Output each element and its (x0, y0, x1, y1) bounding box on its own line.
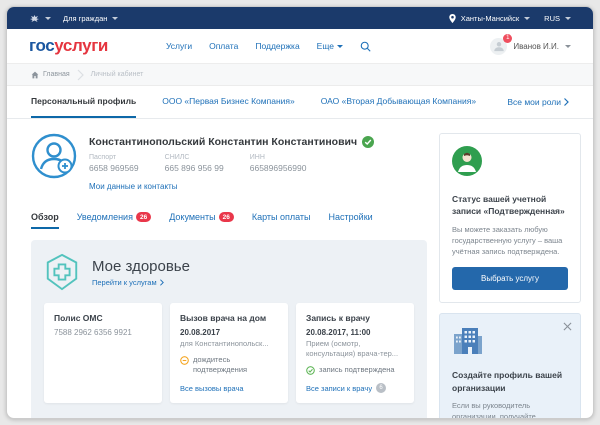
visit-date: 20.08.2017 (180, 328, 221, 337)
oms-policy-number: 7588 2962 6356 9921 (54, 328, 132, 337)
search-icon[interactable] (360, 41, 371, 52)
doctor-home-visit-card[interactable]: Вызов врача на дом 20.08.2017 для Конста… (170, 303, 288, 404)
verified-check-icon (362, 136, 375, 148)
my-data-link[interactable]: Мои данные и контакты (89, 182, 374, 191)
organization-building-icon (454, 328, 482, 355)
chevron-down-icon (112, 16, 119, 20)
visit-desc: для Константинопольск... (180, 339, 269, 348)
oms-policy-card[interactable]: Полис ОМС 7588 2962 6356 9921 (44, 303, 162, 404)
portal-window: Для граждан Ханты-Мансийск RUS госуслуги… (6, 6, 594, 419)
all-doctor-visits-link[interactable]: Все вызовы врача (180, 376, 278, 393)
home-icon (31, 71, 39, 78)
nav-services[interactable]: Услуги (166, 41, 192, 51)
location-label: Ханты-Мансийск (460, 13, 520, 23)
field-passport: Паспорт 6658 969569 (89, 154, 139, 173)
main-nav: Услуги Оплата Поддержка Еще (166, 41, 371, 52)
top-bar: Для граждан Ханты-Мансийск RUS (7, 7, 593, 29)
health-services-link[interactable]: Перейти к услугам (92, 278, 190, 287)
coat-of-arms-icon (30, 14, 39, 22)
field-inn: ИНН 665896956990 (249, 154, 307, 173)
tab-documents[interactable]: Документы 26 (169, 207, 234, 229)
appointment-status: запись подтверждена (306, 365, 404, 376)
chevron-down-icon (565, 44, 571, 48)
tab-personal-profile[interactable]: Персональный профиль (31, 86, 137, 118)
breadcrumb: Главная Личный кабинет (7, 63, 593, 86)
tab-settings[interactable]: Настройки (329, 207, 373, 229)
logo-part-blue: гос (29, 36, 55, 55)
coat-of-arms-menu[interactable] (29, 14, 51, 23)
tab-company-1[interactable]: ООО «Первая Бизнес Компания» (162, 86, 294, 118)
create-org-card: Создайте профиль вашей организации Если … (439, 313, 581, 419)
logo-part-red: услуги (54, 36, 108, 55)
audience-label: Для граждан (63, 13, 108, 23)
chevron-down-icon (45, 16, 51, 20)
health-panel: Мое здоровье Перейти к услугам Полис ОМС… (31, 240, 427, 418)
create-org-text: Если вы руководитель организации, получа… (452, 401, 536, 419)
doctor-appointment-card[interactable]: Запись к врачу 20.08.2017, 11:00 Прием (… (296, 303, 414, 404)
all-roles-link[interactable]: Все мои роли (507, 86, 569, 118)
audience-dropdown[interactable]: Для граждан (63, 13, 119, 23)
tab-overview[interactable]: Обзор (31, 207, 59, 229)
person-icon (494, 42, 504, 52)
account-status-text: Вы можете заказать любую государственную… (452, 224, 563, 257)
chevron-down-icon (565, 16, 571, 20)
user-menu[interactable]: 1 Иванов И.И. (490, 33, 571, 55)
tab-notifications[interactable]: Уведомления 26 (77, 207, 152, 229)
profile-fields: Паспорт 6658 969569 СНИЛС 665 896 956 99… (89, 154, 374, 173)
chevron-right-icon (564, 98, 569, 106)
documents-count-badge: 26 (218, 212, 234, 222)
language-dropdown[interactable]: RUS (544, 14, 571, 23)
health-title: Мое здоровье (92, 257, 190, 275)
gosuslugi-logo[interactable]: госуслуги (29, 36, 108, 56)
confirmed-icon (306, 366, 315, 376)
account-status-card: Статус вашей учетной записи «Подтвержден… (439, 133, 581, 304)
close-icon[interactable] (563, 322, 572, 331)
choose-service-button[interactable]: Выбрать услугу (452, 267, 568, 291)
field-snils: СНИЛС 665 896 956 99 (164, 154, 224, 173)
location-dropdown[interactable]: Ханты-Мансийск (448, 13, 531, 23)
nav-payments[interactable]: Оплата (209, 41, 238, 51)
location-pin-icon (448, 13, 456, 23)
breadcrumb-separator-icon (77, 69, 84, 80)
tab-company-2[interactable]: ОАО «Вторая Добывающая Компания» (321, 86, 476, 118)
person-plus-icon (31, 133, 77, 179)
chevron-right-icon (159, 278, 164, 286)
sidebar: Статус вашей учетной записи «Подтвержден… (439, 133, 581, 419)
appointment-date: 20.08.2017, 11:00 (306, 328, 371, 337)
pending-icon (180, 356, 189, 365)
user-name: Иванов И.И. (513, 41, 559, 51)
user-avatar: 1 (490, 33, 513, 55)
notification-badge[interactable]: 1 (503, 33, 513, 43)
language-label: RUS (544, 13, 560, 23)
nav-support[interactable]: Поддержка (255, 41, 299, 51)
chevron-down-icon (524, 16, 531, 20)
role-tabs: Персональный профиль ООО «Первая Бизнес … (7, 86, 593, 119)
profile-full-name: Константинопольский Константин Константи… (89, 136, 358, 148)
header: госуслуги Услуги Оплата Поддержка Еще 1 … (7, 29, 593, 63)
health-cross-icon (46, 253, 78, 291)
visit-status: дождитесь подтверждения (180, 355, 278, 375)
all-appointments-link[interactable]: Все записи к врачу 6 (306, 375, 404, 394)
profile-avatar[interactable] (31, 133, 77, 179)
tab-payment-cards[interactable]: Карты оплаты (252, 207, 311, 229)
profile-block: Константинопольский Константин Константи… (31, 133, 427, 191)
appointments-count-badge: 6 (376, 383, 387, 394)
notifications-count-badge: 26 (135, 212, 152, 222)
nav-more[interactable]: Еще (317, 41, 343, 51)
appointment-desc: Прием (осмотр, консультация) врача-тер..… (306, 339, 399, 359)
profile-tabs: Обзор Уведомления 26 Документы 26 Карты оп… (31, 207, 427, 229)
account-status-title: Статус вашей учетной записи «Подтвержден… (452, 194, 565, 217)
create-org-title: Создайте профиль вашей организации (452, 370, 563, 393)
confirmed-user-avatar-icon (452, 146, 482, 176)
main-content: Константинопольский Константин Константи… (7, 119, 593, 419)
chevron-down-icon (336, 44, 343, 48)
breadcrumb-home[interactable]: Главная (31, 71, 70, 79)
breadcrumb-current: Личный кабинет (90, 71, 144, 78)
